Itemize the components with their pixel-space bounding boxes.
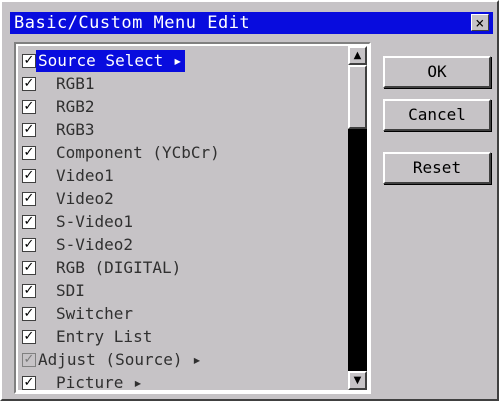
menu-list-item[interactable]: ✓ RGB (DIGITAL): [22, 257, 348, 279]
item-checkbox[interactable]: ✓: [22, 307, 36, 321]
menu-item-label: Source Select ▸: [36, 50, 185, 72]
menu-item-label: Picture ▸: [56, 373, 143, 390]
scrollbar-thumb[interactable]: [348, 65, 367, 129]
checkmark-icon: ✓: [23, 375, 35, 390]
checkmark-icon: ✓: [23, 76, 35, 91]
menu-list-item[interactable]: ✓ S-Video1: [22, 211, 348, 233]
menu-item-label: S-Video2: [56, 235, 134, 254]
arrow-up-icon: ▲: [353, 50, 362, 61]
menu-edit-dialog: Basic/Custom Menu Edit × ✓ Source Select …: [0, 0, 499, 401]
close-icon: ×: [475, 14, 485, 32]
menu-list-item[interactable]: ✓ S-Video2: [22, 234, 348, 256]
menu-list-item[interactable]: ✓ Picture ▸: [22, 372, 348, 390]
checkmark-icon: ✓: [23, 53, 35, 68]
checkmark-icon: ✓: [23, 352, 35, 367]
item-checkbox[interactable]: ✓: [22, 146, 36, 160]
title-bar[interactable]: Basic/Custom Menu Edit ×: [10, 12, 493, 34]
menu-item-list[interactable]: ✓ Source Select ▸ ✓ RGB1 ✓ RGB2 ✓ RGB3 ✓ Componen…: [14, 42, 371, 394]
ok-button[interactable]: OK: [383, 56, 491, 88]
menu-list-item[interactable]: ✓ Video2: [22, 188, 348, 210]
menu-item-label: Adjust (Source) ▸: [38, 350, 202, 369]
item-checkbox[interactable]: ✓: [22, 284, 36, 298]
checkmark-icon: ✓: [23, 168, 35, 183]
menu-list-item[interactable]: ✓ Entry List: [22, 326, 348, 348]
menu-item-label: Video1: [56, 166, 114, 185]
checkmark-icon: ✓: [23, 99, 35, 114]
checkmark-icon: ✓: [23, 145, 35, 160]
item-checkbox[interactable]: ✓: [22, 123, 36, 137]
item-checkbox[interactable]: ✓: [22, 376, 36, 390]
menu-item-label: RGB (DIGITAL): [56, 258, 182, 277]
menu-item-label: RGB1: [56, 74, 95, 93]
menu-list-item[interactable]: ✓ Video1: [22, 165, 348, 187]
checkmark-icon: ✓: [23, 329, 35, 344]
menu-item-label: RGB3: [56, 120, 95, 139]
close-button[interactable]: ×: [471, 14, 489, 31]
menu-list-item[interactable]: ✓ RGB3: [22, 119, 348, 141]
window-title: Basic/Custom Menu Edit: [14, 13, 251, 33]
checkmark-icon: ✓: [23, 237, 35, 252]
checkmark-icon: ✓: [23, 122, 35, 137]
vertical-scrollbar[interactable]: ▲ ▼: [348, 46, 367, 390]
item-checkbox[interactable]: ✓: [22, 330, 36, 344]
checkmark-icon: ✓: [23, 214, 35, 229]
scroll-up-button[interactable]: ▲: [348, 46, 367, 65]
checkmark-icon: ✓: [23, 191, 35, 206]
checkmark-icon: ✓: [23, 260, 35, 275]
scroll-down-button[interactable]: ▼: [348, 371, 367, 390]
item-checkbox[interactable]: ✓: [22, 261, 36, 275]
menu-list-item[interactable]: ✓ RGB1: [22, 73, 348, 95]
menu-list-item[interactable]: ✓ Switcher: [22, 303, 348, 325]
menu-item-label: RGB2: [56, 97, 95, 116]
menu-item-list-viewport: ✓ Source Select ▸ ✓ RGB1 ✓ RGB2 ✓ RGB3 ✓ Componen…: [18, 46, 348, 390]
menu-list-item[interactable]: ✓ RGB2: [22, 96, 348, 118]
item-checkbox[interactable]: ✓: [22, 169, 36, 183]
menu-item-label: Entry List: [56, 327, 153, 346]
cancel-button[interactable]: Cancel: [383, 99, 491, 131]
checkmark-icon: ✓: [23, 306, 35, 321]
item-checkbox[interactable]: ✓: [22, 54, 36, 68]
menu-list-item[interactable]: ✓ Source Select ▸: [22, 50, 348, 72]
item-checkbox[interactable]: ✓: [22, 353, 36, 367]
item-checkbox[interactable]: ✓: [22, 215, 36, 229]
menu-list-item[interactable]: ✓ Component (YCbCr): [22, 142, 348, 164]
menu-list-item[interactable]: ✓ SDI: [22, 280, 348, 302]
checkmark-icon: ✓: [23, 283, 35, 298]
arrow-down-icon: ▼: [353, 375, 362, 386]
menu-item-label: Switcher: [56, 304, 134, 323]
menu-item-label: S-Video1: [56, 212, 134, 231]
menu-item-label: SDI: [56, 281, 85, 300]
menu-item-label: Video2: [56, 189, 114, 208]
item-checkbox[interactable]: ✓: [22, 192, 36, 206]
menu-list-item[interactable]: ✓ Adjust (Source) ▸: [22, 349, 348, 371]
item-checkbox[interactable]: ✓: [22, 77, 36, 91]
reset-button[interactable]: Reset: [383, 152, 491, 184]
menu-item-label: Component (YCbCr): [56, 143, 220, 162]
item-checkbox[interactable]: ✓: [22, 238, 36, 252]
item-checkbox[interactable]: ✓: [22, 100, 36, 114]
